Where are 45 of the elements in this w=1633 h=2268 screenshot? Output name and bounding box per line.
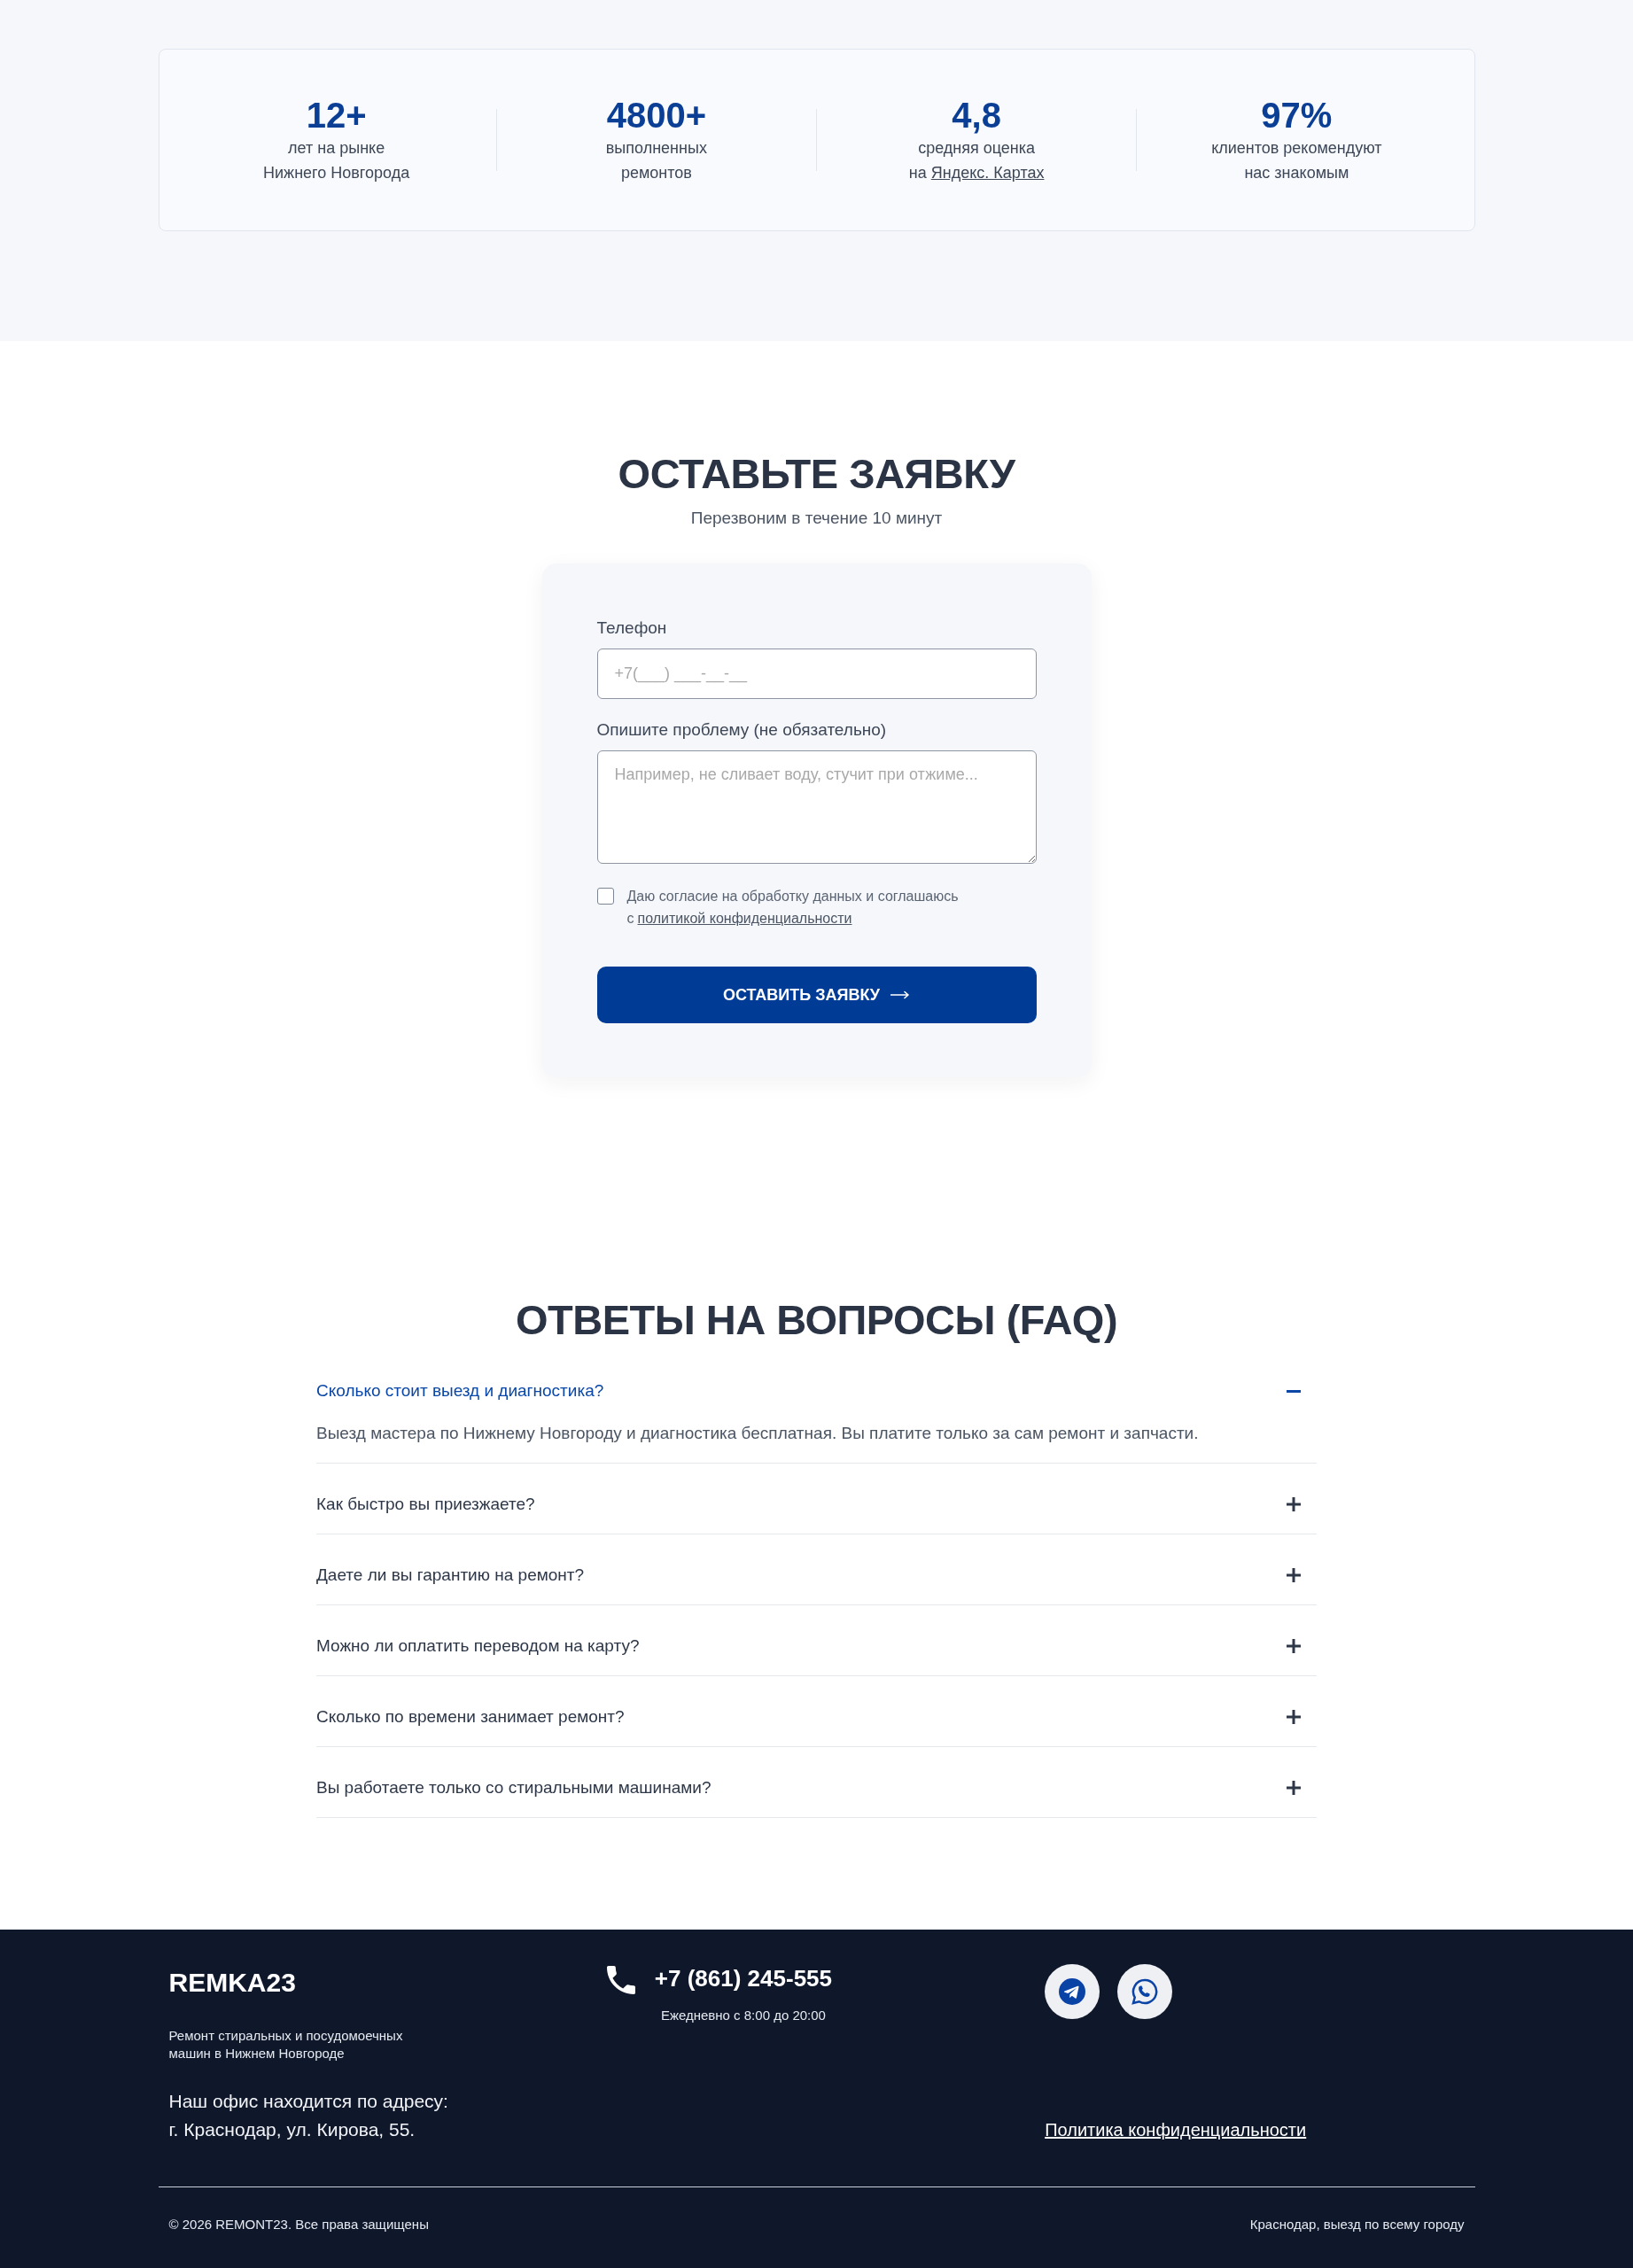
- phone-number[interactable]: +7 (861) 245-555: [654, 1965, 833, 1992]
- section-subtitle: Перезвоним в течение 10 минут: [690, 508, 943, 529]
- stat-value: 4,8: [952, 95, 1001, 136]
- faq-answer: Выезд мастера по Нижнему Новгороду и диагностика бесплатная. Вы платите только за сам ремонт и запчасти.: [316, 1423, 1200, 1444]
- faq-question[interactable]: Даете ли вы гарантию на ремонт?: [316, 1534, 1317, 1604]
- footer-logo: REMKA23: [168, 1967, 297, 1999]
- plus-icon: [1287, 1781, 1301, 1795]
- faq-question[interactable]: Вы работаете только со стиральными машинами?: [316, 1747, 1317, 1817]
- company-description: Ремонт стиральных и посудомоечных машин в Нижнем Новгороде: [168, 2027, 404, 2062]
- maps-link[interactable]: Яндекс. Картах: [930, 164, 1045, 182]
- office-address: Наш офис находится по адресу: г. Краснодар, ул. Кирова, 55.: [168, 2090, 449, 2141]
- minus-icon: [1287, 1389, 1301, 1393]
- faq-question[interactable]: Сколько стоит выезд и диагностика?: [316, 1350, 1317, 1420]
- working-hours: Ежедневно с 8:00 до 20:00: [660, 2007, 826, 2024]
- plus-icon: [1287, 1568, 1301, 1582]
- consent-text: Даю согласие на обработку данных и соглашаюсь с политикой конфиденциальности: [626, 888, 960, 928]
- plus-icon: [1287, 1639, 1301, 1653]
- submit-button[interactable]: ОСТАВИТЬ ЗАЯВКУ: [596, 967, 1037, 1023]
- field-label: Телефон: [596, 617, 668, 639]
- field-label: Опишите проблему (не обязательно): [596, 719, 888, 741]
- input-field[interactable]: +7(___) ___-__-__: [596, 649, 1037, 699]
- stat-value: 4800+: [606, 95, 707, 136]
- section-title: ОСТАВЬТЕ ЗАЯВКУ: [618, 449, 1015, 499]
- privacy-policy-link[interactable]: Политика конфиденциальности: [1045, 2116, 1307, 2144]
- stat-label: средняя оценка на Яндекс. Картах: [908, 138, 1045, 183]
- service-area-text: Краснодар, выезд по всему городу: [1249, 2216, 1465, 2233]
- consent-checkbox[interactable]: [596, 888, 614, 905]
- textarea-field[interactable]: Например, не сливает воду, стучит при отжиме...: [596, 750, 1037, 864]
- stat-label: лет на рынке Нижнего Новгорода: [263, 138, 410, 183]
- stat-value: 97%: [1261, 95, 1333, 136]
- stat-label: выполненных ремонтов: [605, 138, 707, 183]
- faq-question[interactable]: Сколько по времени занимает ремонт?: [316, 1676, 1317, 1746]
- copyright-text: © 2026 REMONT23. Все права защищены: [168, 2216, 429, 2233]
- plus-icon: [1287, 1710, 1301, 1724]
- faq-question[interactable]: Как быстро вы приезжаете?: [316, 1464, 1317, 1534]
- section-title: ОТВЕТЫ НА ВОПРОСЫ (FAQ): [514, 1295, 1119, 1345]
- stat-value: 12+: [306, 95, 367, 136]
- paper-plane-icon: [1059, 1978, 1086, 2005]
- stat-label: клиентов рекомендуют нас знакомым: [1211, 138, 1382, 183]
- phone-icon: [606, 1966, 635, 1994]
- chat-bubble-phone-icon: [1131, 1978, 1159, 2005]
- plus-icon: [1287, 1497, 1301, 1511]
- privacy-policy-link[interactable]: политикой конфиденциальности: [637, 911, 852, 926]
- faq-question[interactable]: Можно ли оплатить переводом на карту?: [316, 1605, 1317, 1675]
- arrow-icon: [890, 990, 911, 999]
